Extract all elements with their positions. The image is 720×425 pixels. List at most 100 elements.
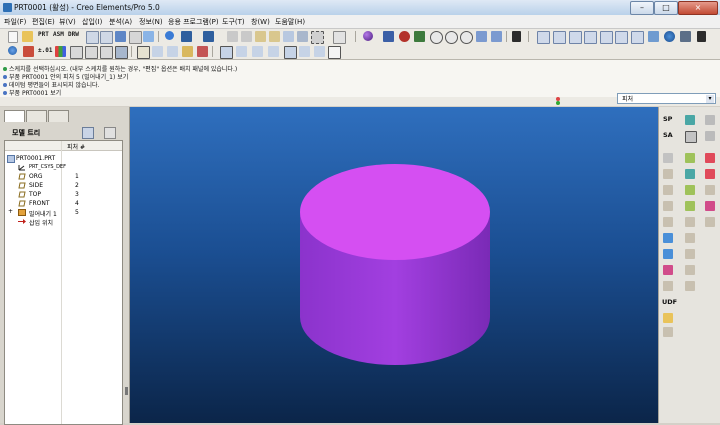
trim-tool-icon[interactable] (705, 201, 715, 211)
round-tool-icon[interactable] (685, 281, 695, 291)
navigator-icon[interactable] (697, 31, 706, 42)
menu-info[interactable]: 정보(N) (139, 17, 163, 27)
datum-curve-tool-icon[interactable] (705, 115, 715, 125)
prt-button[interactable]: PRT (38, 31, 49, 38)
revolve-tool-icon[interactable] (685, 169, 695, 179)
maximize-button[interactable]: □ (654, 1, 678, 15)
color-bars-icon[interactable] (55, 46, 66, 57)
hidden-line-icon[interactable] (85, 46, 98, 59)
menu-file[interactable]: 파일(F) (4, 17, 26, 27)
close-button[interactable]: × (678, 1, 718, 15)
sketch-grid-icon[interactable] (268, 46, 279, 57)
select-filter-icon[interactable] (333, 31, 346, 44)
open-folder-icon[interactable] (22, 31, 33, 42)
arc-tool-icon[interactable] (663, 201, 673, 211)
hole-tool-icon[interactable] (685, 217, 695, 227)
no-hidden-icon[interactable] (100, 46, 113, 59)
model-cylinder[interactable] (130, 107, 658, 423)
undo-icon[interactable] (181, 31, 192, 42)
reorient-icon[interactable] (476, 31, 487, 42)
parameters-icon[interactable] (23, 46, 34, 57)
pattern-tool-icon[interactable] (705, 153, 715, 163)
offset-tool-icon[interactable] (663, 281, 673, 291)
shading-icon[interactable] (115, 46, 128, 59)
text-tool-icon[interactable] (663, 265, 673, 275)
refit-icon[interactable] (414, 31, 425, 42)
menu-edit[interactable]: 편집(E) (32, 17, 55, 27)
line-tool-icon[interactable] (663, 153, 673, 163)
intent-manager-icon[interactable] (152, 46, 163, 57)
tree-columns-icon[interactable] (104, 127, 116, 139)
menu-analysis[interactable]: 분석(A) (109, 17, 132, 27)
tree-row[interactable]: TOP 3 (5, 190, 122, 199)
tree-row[interactable]: SIDE 2 (5, 181, 122, 190)
spin-icon[interactable] (648, 31, 659, 42)
precision-button[interactable]: ±.01 (38, 47, 52, 54)
relations-icon[interactable] (8, 46, 17, 55)
tree-row[interactable]: PRT0001.PRT (5, 154, 122, 163)
print-icon[interactable] (129, 31, 142, 44)
cancel-icon[interactable] (328, 46, 341, 59)
graphics-window[interactable] (130, 107, 658, 423)
check-icon[interactable] (314, 46, 325, 57)
web-browser-icon[interactable] (664, 31, 675, 42)
expand-icon[interactable]: + (8, 208, 13, 215)
window-icon[interactable] (86, 31, 99, 44)
tab-favorites[interactable] (48, 110, 69, 122)
model-display-icon[interactable] (680, 31, 691, 42)
coord-systems-icon[interactable] (615, 31, 628, 44)
tree-row[interactable]: + 밀어내기 1 5 (5, 208, 122, 218)
regenerate-icon[interactable] (165, 31, 174, 40)
orient-mode-icon[interactable] (399, 31, 410, 42)
datum-display-icon[interactable] (220, 46, 233, 59)
datum-points-icon[interactable] (600, 31, 613, 44)
shell-tool-icon[interactable] (685, 233, 695, 243)
save-icon[interactable] (115, 31, 126, 42)
tab-folder-browser[interactable] (26, 110, 47, 122)
spline-tool-icon[interactable] (663, 217, 673, 227)
blend-tool-icon[interactable] (685, 201, 695, 211)
sketch-view-icon[interactable] (252, 46, 263, 57)
layers-icon[interactable] (553, 31, 566, 44)
view-manager-icon[interactable] (537, 31, 550, 44)
wireframe-icon[interactable] (70, 46, 83, 59)
merge-tool-icon[interactable] (705, 185, 715, 195)
datum-point-tool-icon[interactable] (705, 131, 715, 141)
tree-row[interactable]: ORG 1 (5, 172, 122, 181)
rib-tool-icon[interactable] (685, 249, 695, 259)
constraints-icon[interactable] (167, 46, 178, 57)
delete-segment-icon[interactable] (197, 46, 208, 57)
asm-button[interactable]: ASM (53, 31, 64, 38)
menu-window[interactable]: 창(W) (251, 17, 270, 27)
layout-icon[interactable] (299, 46, 310, 57)
find-icon[interactable] (297, 31, 308, 42)
selection-filter-dropdown[interactable]: 피처 ▾ (617, 93, 716, 104)
saved-analysis-button[interactable]: SA (663, 131, 673, 139)
menu-tools[interactable]: 도구(T) (222, 17, 245, 27)
new-file-icon[interactable] (8, 31, 18, 43)
publish-geometry-icon[interactable] (663, 327, 673, 337)
datum-axes-icon[interactable] (584, 31, 597, 44)
email-icon[interactable] (143, 31, 154, 42)
copy-icon[interactable] (241, 31, 252, 42)
saved-views-icon[interactable] (491, 31, 502, 42)
fillet-tool-icon[interactable] (663, 233, 673, 243)
tree-row[interactable]: PRT_CSYS_DEF (5, 163, 122, 172)
cut-icon[interactable] (227, 31, 238, 42)
menu-help[interactable]: 도움말(H) (275, 17, 305, 27)
drw-button[interactable]: DRW (68, 31, 79, 38)
sketch-orient-icon[interactable] (236, 46, 247, 57)
panel-resize-handle[interactable] (125, 387, 128, 395)
zoom-fit-icon[interactable] (460, 31, 473, 44)
zoom-out-icon[interactable] (445, 31, 458, 44)
annotations-icon[interactable] (631, 31, 644, 44)
appearance-icon[interactable] (363, 31, 373, 41)
rectangle-tool-icon[interactable] (663, 169, 673, 179)
udf-button[interactable]: UDF (662, 298, 677, 306)
dimensions-icon[interactable] (182, 46, 193, 57)
context-help-icon[interactable] (512, 31, 521, 42)
datum-plane-tool-icon[interactable] (685, 115, 695, 125)
draft-tool-icon[interactable] (685, 265, 695, 275)
thicken-tool-icon[interactable] (705, 217, 715, 227)
menu-insert[interactable]: 삽입(I) (82, 17, 102, 27)
